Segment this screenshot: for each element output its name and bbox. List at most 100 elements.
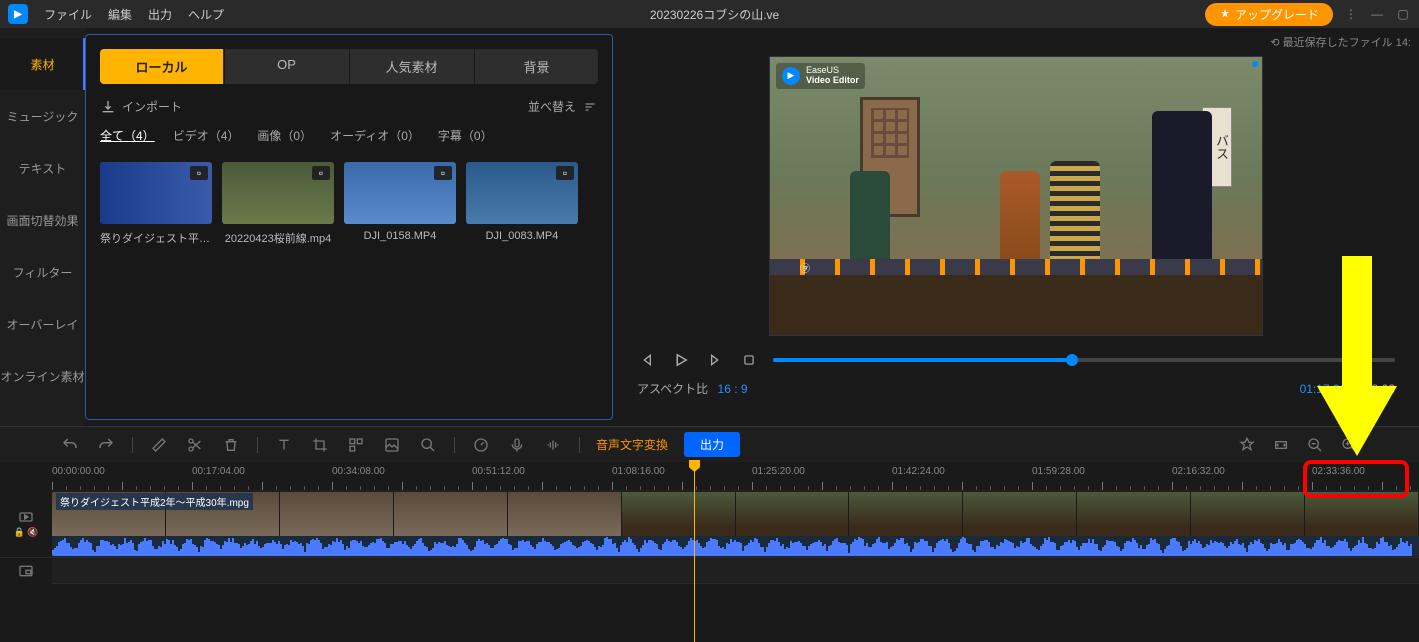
timeline: 00:00:00.0000:17:04.0000:34:08.0000:51:1… <box>0 462 1419 584</box>
sidetab-overlay[interactable]: オーバーレイ <box>0 298 85 350</box>
video-badge-icon: ▫ <box>190 166 208 180</box>
mic-icon[interactable] <box>507 435 527 455</box>
ruler-mark: 00:51:12.00 <box>472 466 525 477</box>
more-icon[interactable]: ⋮ <box>1343 6 1359 22</box>
thumbnail-image: ▫ <box>222 162 334 224</box>
lock-icon[interactable]: 🔒 <box>14 527 25 538</box>
voice-convert-button[interactable]: 音声文字変換 <box>596 436 668 453</box>
app-logo: ▶ <box>8 4 28 24</box>
redo-icon[interactable] <box>96 435 116 455</box>
video-track-head[interactable]: 🔒 🔇 <box>0 490 52 558</box>
undo-icon[interactable] <box>60 435 80 455</box>
category-sidebar: 素材 ミュージック テキスト 画面切替効果 フィルター オーバーレイ オンライン… <box>0 28 85 426</box>
picture-icon[interactable] <box>382 435 402 455</box>
filter-audio[interactable]: オーディオ（0） <box>330 127 420 144</box>
main-menu: ファイル 編集 出力 ヘルプ <box>44 6 224 23</box>
thumbnail-image: ▫ <box>466 162 578 224</box>
ruler-mark: 02:33:36.00 <box>1312 466 1365 477</box>
zoom-in-icon[interactable] <box>1339 435 1359 455</box>
media-item[interactable]: ▫ 20220423桜前線.mp4 <box>222 162 334 246</box>
filter-all[interactable]: 全て（4） <box>100 127 155 144</box>
mute-icon[interactable]: 🔇 <box>27 527 38 538</box>
ruler-mark: 01:42:24.00 <box>892 466 945 477</box>
sidetab-music[interactable]: ミュージック <box>0 90 85 142</box>
media-panel: ローカル OP 人気素材 背景 インポート 並べ替え 全て（4） ビデオ（4） … <box>85 34 613 420</box>
ruler-mark: 01:08:16.00 <box>612 466 665 477</box>
filter-subtitle[interactable]: 字幕（0） <box>438 127 493 144</box>
zoom-icon[interactable] <box>418 435 438 455</box>
media-tab-background[interactable]: 背景 <box>474 49 598 84</box>
sidetab-transition[interactable]: 画面切替効果 <box>0 194 85 246</box>
export-button[interactable]: 出力 <box>684 432 740 457</box>
split-icon[interactable] <box>185 435 205 455</box>
filter-video[interactable]: ビデオ（4） <box>173 127 240 144</box>
ruler-mark: 00:00:00.00 <box>52 466 105 477</box>
sidetab-online[interactable]: オンライン素材 <box>0 350 85 402</box>
audio-wave-icon[interactable] <box>543 435 563 455</box>
video-track[interactable]: 祭りダイジェスト平成2年～平成30年.mpg <box>52 490 1419 558</box>
media-tab-local[interactable]: ローカル <box>100 49 223 84</box>
thumbnail-label: DJI_0158.MP4 <box>344 230 456 242</box>
sidetab-text[interactable]: テキスト <box>0 142 85 194</box>
minimize-icon[interactable]: — <box>1369 6 1385 22</box>
speed-icon[interactable] <box>471 435 491 455</box>
current-time: 01:17:21. <box>1300 382 1350 396</box>
ruler-mark: 01:59:28.00 <box>1032 466 1085 477</box>
mosaic-icon[interactable] <box>346 435 366 455</box>
marker-icon[interactable] <box>1237 435 1257 455</box>
secondary-track-head[interactable] <box>0 558 52 584</box>
preview-frame[interactable]: バス ㋾ ▶ EaseUSVideo Editor <box>769 56 1263 336</box>
filter-image[interactable]: 画像（0） <box>257 127 312 144</box>
upgrade-button[interactable]: アップグレード <box>1205 3 1333 26</box>
next-frame-button[interactable] <box>705 350 725 370</box>
playhead[interactable] <box>694 462 695 642</box>
total-time: 1:58.03 <box>1355 382 1395 396</box>
delete-icon[interactable] <box>221 435 241 455</box>
stop-button[interactable] <box>739 350 759 370</box>
preview-video-content: バス ㋾ <box>770 57 1262 335</box>
media-thumbnails: ▫ 祭りダイジェスト平成2... ▫ 20220423桜前線.mp4 ▫ DJI… <box>100 162 598 246</box>
sort-button[interactable]: 並べ替え <box>528 98 598 115</box>
preview-area: ⟲ 最近保存したファイル 14: バス ㋾ ▶ EaseUSVideo Edit… <box>613 28 1419 426</box>
edit-icon[interactable] <box>149 435 169 455</box>
progress-bar[interactable] <box>773 358 1395 362</box>
import-button[interactable]: インポート <box>100 98 182 115</box>
video-badge-icon: ▫ <box>312 166 330 180</box>
ruler-mark: 00:34:08.00 <box>332 466 385 477</box>
ruler-mark: 02:16:32.00 <box>1172 466 1225 477</box>
video-clip[interactable]: 祭りダイジェスト平成2年～平成30年.mpg <box>52 492 1419 556</box>
play-button[interactable] <box>671 350 691 370</box>
media-tab-popular[interactable]: 人気素材 <box>349 49 473 84</box>
menu-help[interactable]: ヘルプ <box>188 6 224 23</box>
thumbnail-label: 20220423桜前線.mp4 <box>222 230 334 246</box>
media-filter-row: 全て（4） ビデオ（4） 画像（0） オーディオ（0） 字幕（0） <box>100 127 598 144</box>
timeline-ruler[interactable]: 00:00:00.0000:17:04.0000:34:08.0000:51:1… <box>0 462 1419 490</box>
text-icon[interactable] <box>274 435 294 455</box>
watermark: ▶ EaseUSVideo Editor <box>776 63 865 89</box>
menu-export[interactable]: 出力 <box>148 6 172 23</box>
thumbnail-image: ▫ <box>100 162 212 224</box>
preview-indicator-dot <box>1252 61 1258 67</box>
thumbnail-image: ▫ <box>344 162 456 224</box>
media-source-tabs: ローカル OP 人気素材 背景 <box>100 49 598 84</box>
sidetab-filter[interactable]: フィルター <box>0 246 85 298</box>
video-badge-icon: ▫ <box>556 166 574 180</box>
sidetab-material[interactable]: 素材 <box>0 38 85 90</box>
zoom-out-icon[interactable] <box>1305 435 1325 455</box>
thumbnail-label: DJI_0083.MP4 <box>466 230 578 242</box>
media-item[interactable]: ▫ DJI_0158.MP4 <box>344 162 456 246</box>
aspect-value[interactable]: 16 : 9 <box>718 382 748 396</box>
fit-icon[interactable] <box>1271 435 1291 455</box>
media-item[interactable]: ▫ DJI_0083.MP4 <box>466 162 578 246</box>
media-item[interactable]: ▫ 祭りダイジェスト平成2... <box>100 162 212 246</box>
menu-edit[interactable]: 編集 <box>108 6 132 23</box>
crop-icon[interactable] <box>310 435 330 455</box>
media-tab-op[interactable]: OP <box>224 49 348 84</box>
prev-frame-button[interactable] <box>637 350 657 370</box>
progress-knob[interactable] <box>1066 354 1078 366</box>
edit-toolbar: 音声文字変換 出力 <box>0 426 1419 462</box>
menu-file[interactable]: ファイル <box>44 6 92 23</box>
video-badge-icon: ▫ <box>434 166 452 180</box>
secondary-track[interactable] <box>52 558 1419 584</box>
maximize-icon[interactable]: ▢ <box>1395 6 1411 22</box>
